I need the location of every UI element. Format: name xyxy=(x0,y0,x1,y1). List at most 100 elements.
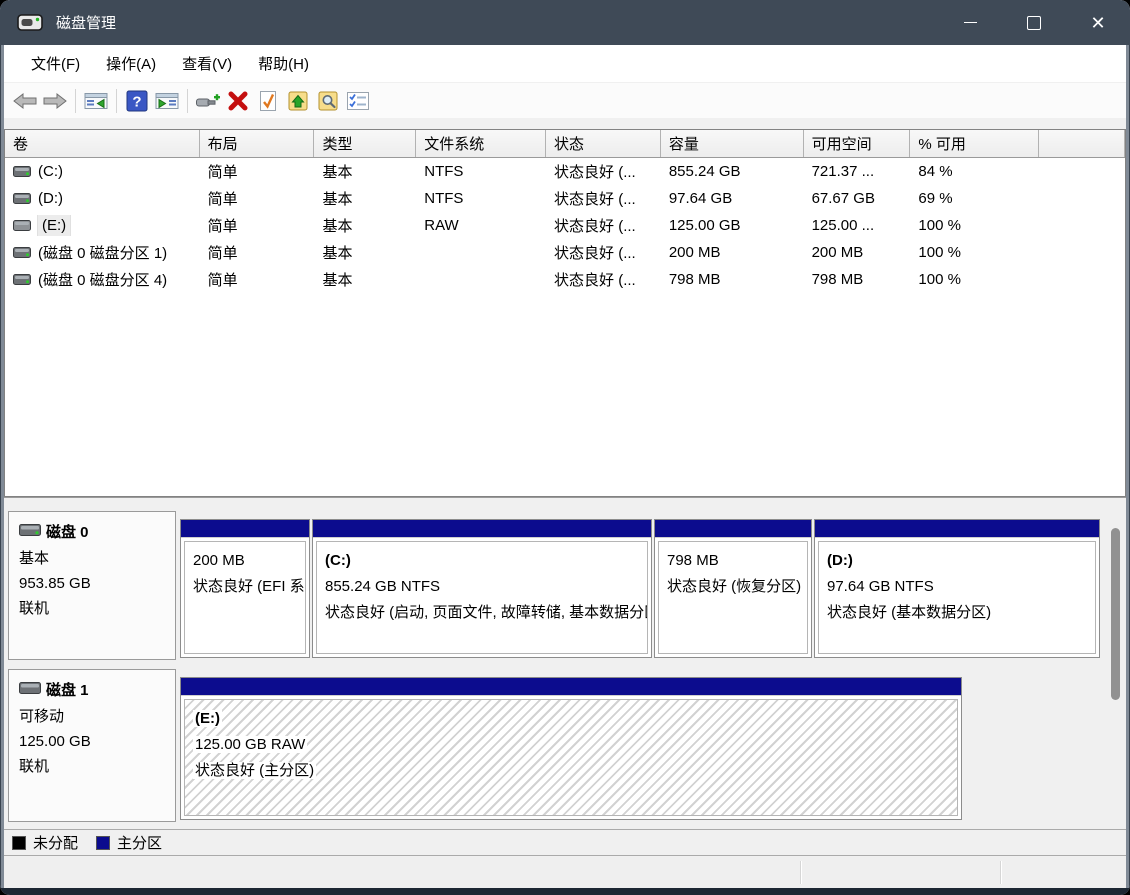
table-cell: NTFS xyxy=(416,163,546,180)
legend-item-0: 未分配 xyxy=(12,832,78,853)
column-header-5[interactable]: 容量 xyxy=(661,130,804,157)
help-button[interactable]: ? xyxy=(122,87,152,115)
legend-swatch xyxy=(96,836,110,850)
back-button[interactable] xyxy=(10,87,40,115)
table-cell: 状态良好 (... xyxy=(546,269,661,290)
table-cell: 67.67 GB xyxy=(804,190,911,207)
disk-icon xyxy=(19,681,41,699)
toolbar: ? xyxy=(4,83,1126,119)
legend-label: 主分区 xyxy=(117,832,162,853)
column-header-3[interactable]: 文件系统 xyxy=(416,130,546,157)
table-row[interactable]: (C:) 简单基本NTFS状态良好 (...855.24 GB721.37 ..… xyxy=(5,158,1125,185)
partition-size: 97.64 GB NTFS xyxy=(827,574,1095,600)
partition-size: 200 MB xyxy=(193,548,305,574)
volume-label: (磁盘 0 磁盘分区 4) xyxy=(38,269,167,290)
table-cell: 125.00 GB xyxy=(661,217,804,234)
folder-up-button[interactable] xyxy=(283,87,313,115)
partition[interactable]: (D:) 97.64 GB NTFS 状态良好 (基本数据分区) xyxy=(814,519,1100,658)
column-header-2[interactable]: 类型 xyxy=(314,130,416,157)
volume-drive-icon xyxy=(13,192,31,205)
partition-header-bar xyxy=(181,678,961,696)
titlebar: 磁盘管理 ✕ xyxy=(0,0,1130,45)
close-icon: ✕ xyxy=(1090,14,1105,32)
window-right-border xyxy=(1126,45,1130,888)
column-header-8[interactable] xyxy=(1039,130,1125,157)
volume-rows: (C:) 简单基本NTFS状态良好 (...855.24 GB721.37 ..… xyxy=(5,158,1125,293)
menu-item-1[interactable]: 操作(A) xyxy=(93,47,169,80)
forward-button[interactable] xyxy=(40,87,70,115)
action-pane-button[interactable] xyxy=(152,87,182,115)
partition-status: 状态良好 (主分区) xyxy=(193,758,957,784)
legend-item-1: 主分区 xyxy=(96,832,162,853)
disk-info-card[interactable]: 磁盘 0 基本 953.85 GB 联机 xyxy=(8,511,176,660)
partition[interactable]: (E:) 125.00 GB RAW 状态良好 (主分区) xyxy=(180,677,962,820)
vertical-scrollbar-thumb[interactable] xyxy=(1111,528,1120,700)
partition-header-bar xyxy=(181,520,309,538)
delete-volume-icon xyxy=(227,91,249,111)
partition-header-bar xyxy=(655,520,811,538)
column-header-6[interactable]: 可用空间 xyxy=(804,130,911,157)
partition-label: (D:) xyxy=(827,548,1095,574)
maximize-button[interactable] xyxy=(1002,0,1066,45)
volume-drive-icon xyxy=(13,273,31,286)
table-row[interactable]: (D:) 简单基本NTFS状态良好 (...97.64 GB67.67 GB69… xyxy=(5,185,1125,212)
check-document-icon xyxy=(258,90,278,112)
partition-status: 状态良好 (恢复分区) xyxy=(667,574,807,600)
folder-search-icon xyxy=(317,90,339,112)
volume-list: 卷布局类型文件系统状态容量可用空间% 可用 (C:) 简单基本NTFS状态良好 … xyxy=(4,129,1126,497)
console-tree-button[interactable] xyxy=(81,87,111,115)
table-cell: 100 % xyxy=(910,217,1039,234)
menu-item-2[interactable]: 查看(V) xyxy=(169,47,245,80)
minimize-button[interactable] xyxy=(938,0,1002,45)
table-cell: 69 % xyxy=(910,190,1039,207)
menu-bar: 文件(F)操作(A)查看(V)帮助(H) xyxy=(4,45,1126,83)
help-icon: ? xyxy=(126,90,148,112)
table-row[interactable]: (磁盘 0 磁盘分区 1) 简单基本状态良好 (...200 MB200 MB1… xyxy=(5,239,1125,266)
volume-label: (C:) xyxy=(38,163,63,180)
column-header-7[interactable]: % 可用 xyxy=(910,130,1039,157)
disk-state: 联机 xyxy=(19,596,165,621)
table-cell: 100 % xyxy=(910,271,1039,288)
menu-item-0[interactable]: 文件(F) xyxy=(18,47,93,80)
partition[interactable]: (C:) 855.24 GB NTFS 状态良好 (启动, 页面文件, 故障转储… xyxy=(312,519,652,658)
disk-type: 可移动 xyxy=(19,704,165,729)
column-header-4[interactable]: 状态 xyxy=(546,130,661,157)
table-cell: RAW xyxy=(416,217,546,234)
table-cell: 状态良好 (... xyxy=(546,188,661,209)
disk-size: 953.85 GB xyxy=(19,571,165,596)
forward-icon xyxy=(42,92,68,110)
minimize-icon xyxy=(964,22,977,23)
partition[interactable]: 200 MB 状态良好 (EFI 系统分区) xyxy=(180,519,310,658)
table-row[interactable]: (磁盘 0 磁盘分区 4) 简单基本状态良好 (...798 MB798 MB1… xyxy=(5,266,1125,293)
close-button[interactable]: ✕ xyxy=(1066,0,1130,45)
check-document-button[interactable] xyxy=(253,87,283,115)
legend-label: 未分配 xyxy=(33,832,78,853)
table-cell: 97.64 GB xyxy=(661,190,804,207)
disk-info-card[interactable]: 磁盘 1 可移动 125.00 GB 联机 xyxy=(8,669,176,822)
disk-tool-icon xyxy=(195,91,221,111)
column-header-0[interactable]: 卷 xyxy=(5,130,200,157)
table-row[interactable]: (E:) 简单基本RAW状态良好 (...125.00 GB125.00 ...… xyxy=(5,212,1125,239)
volume-drive-icon xyxy=(13,165,31,178)
partition-size: 855.24 GB NTFS xyxy=(325,574,647,600)
disk-size: 125.00 GB xyxy=(19,729,165,754)
volume-list-header: 卷布局类型文件系统状态容量可用空间% 可用 xyxy=(5,130,1125,158)
table-cell: 基本 xyxy=(314,188,416,209)
table-cell: 简单 xyxy=(200,215,315,236)
menu-item-3[interactable]: 帮助(H) xyxy=(245,47,322,80)
partition-status: 状态良好 (启动, 页面文件, 故障转储, 基本数据分区) xyxy=(325,600,647,626)
partition[interactable]: 798 MB 状态良好 (恢复分区) xyxy=(654,519,812,658)
delete-volume-button[interactable] xyxy=(223,87,253,115)
properties-list-button[interactable] xyxy=(343,87,373,115)
table-cell: 84 % xyxy=(910,163,1039,180)
column-header-1[interactable]: 布局 xyxy=(200,130,315,157)
folder-search-button[interactable] xyxy=(313,87,343,115)
window-bottom-border xyxy=(0,888,1130,895)
table-cell: 798 MB xyxy=(661,271,804,288)
table-cell: 基本 xyxy=(314,242,416,263)
partition-status: 状态良好 (EFI 系统分区) xyxy=(193,574,305,600)
volume-label: (E:) xyxy=(38,215,70,236)
disk-name: 磁盘 0 xyxy=(46,521,89,542)
disk-state: 联机 xyxy=(19,754,165,779)
disk-tool-button[interactable] xyxy=(193,87,223,115)
